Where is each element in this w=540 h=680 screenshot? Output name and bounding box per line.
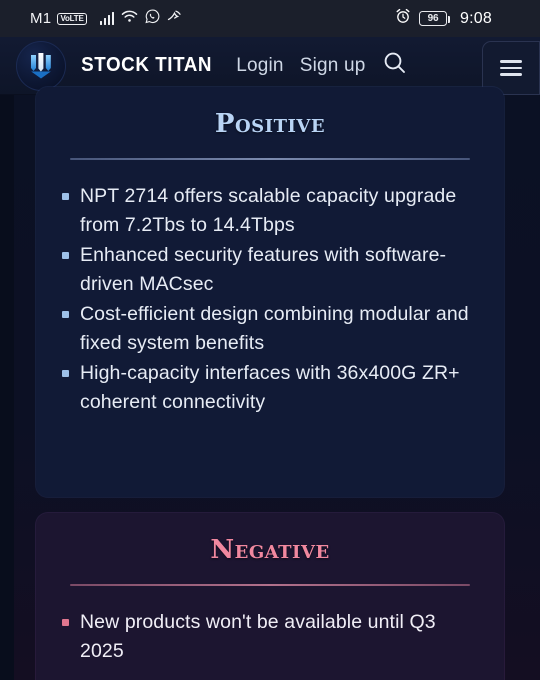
- positive-card-title: Positive: [214, 109, 326, 139]
- signal-bars-icon: [99, 12, 115, 25]
- signup-link[interactable]: Sign up: [300, 55, 366, 77]
- app-icon: [167, 9, 183, 28]
- battery-indicator: 96: [419, 11, 451, 26]
- alarm-clock-icon: [395, 8, 411, 29]
- negative-card: Negative New products won't be available…: [36, 513, 504, 680]
- list-item: Enhanced security features with software…: [62, 241, 478, 299]
- login-link[interactable]: Login: [236, 55, 284, 77]
- positive-card: Positive NPT 2714 offers scalable capaci…: [36, 87, 504, 497]
- list-item: Cost-efficient design combining modular …: [62, 300, 478, 358]
- app-screen: M1 VoLTE 96 9:08 STOCK TITAN Login Sign …: [0, 0, 540, 680]
- whatsapp-icon: [145, 9, 160, 29]
- negative-divider: [70, 584, 470, 586]
- battery-level-label: 96: [427, 13, 439, 24]
- page-content: Positive NPT 2714 offers scalable capaci…: [0, 87, 540, 680]
- search-icon: [382, 50, 408, 81]
- clock-label: 9:08: [460, 9, 492, 27]
- wifi-icon: [121, 9, 138, 28]
- search-button[interactable]: [380, 51, 410, 81]
- positive-bullet-list: NPT 2714 offers scalable capacity upgrad…: [36, 182, 504, 417]
- status-bar-left: M1 VoLTE: [30, 9, 183, 29]
- list-item: NPT 2714 offers scalable capacity upgrad…: [62, 182, 478, 240]
- status-bar-right: 96 9:08: [395, 8, 492, 29]
- hamburger-menu-icon: [500, 60, 522, 76]
- negative-card-title: Negative: [210, 535, 330, 565]
- carrier-label: M1: [30, 10, 52, 27]
- negative-bullet-list: New products won't be available until Q3…: [36, 608, 504, 666]
- list-item: High-capacity interfaces with 36x400G ZR…: [62, 359, 478, 417]
- list-item: New products won't be available until Q3…: [62, 608, 478, 666]
- volte-badge: VoLTE: [57, 12, 87, 25]
- brand-label: STOCK TITAN: [81, 54, 213, 76]
- stocktitan-logo-icon: [16, 40, 66, 91]
- header-nav: Login Sign up: [236, 55, 365, 77]
- positive-divider: [70, 158, 470, 160]
- status-bar: M1 VoLTE 96 9:08: [0, 0, 540, 37]
- brand-home-link[interactable]: STOCK TITAN: [16, 40, 216, 91]
